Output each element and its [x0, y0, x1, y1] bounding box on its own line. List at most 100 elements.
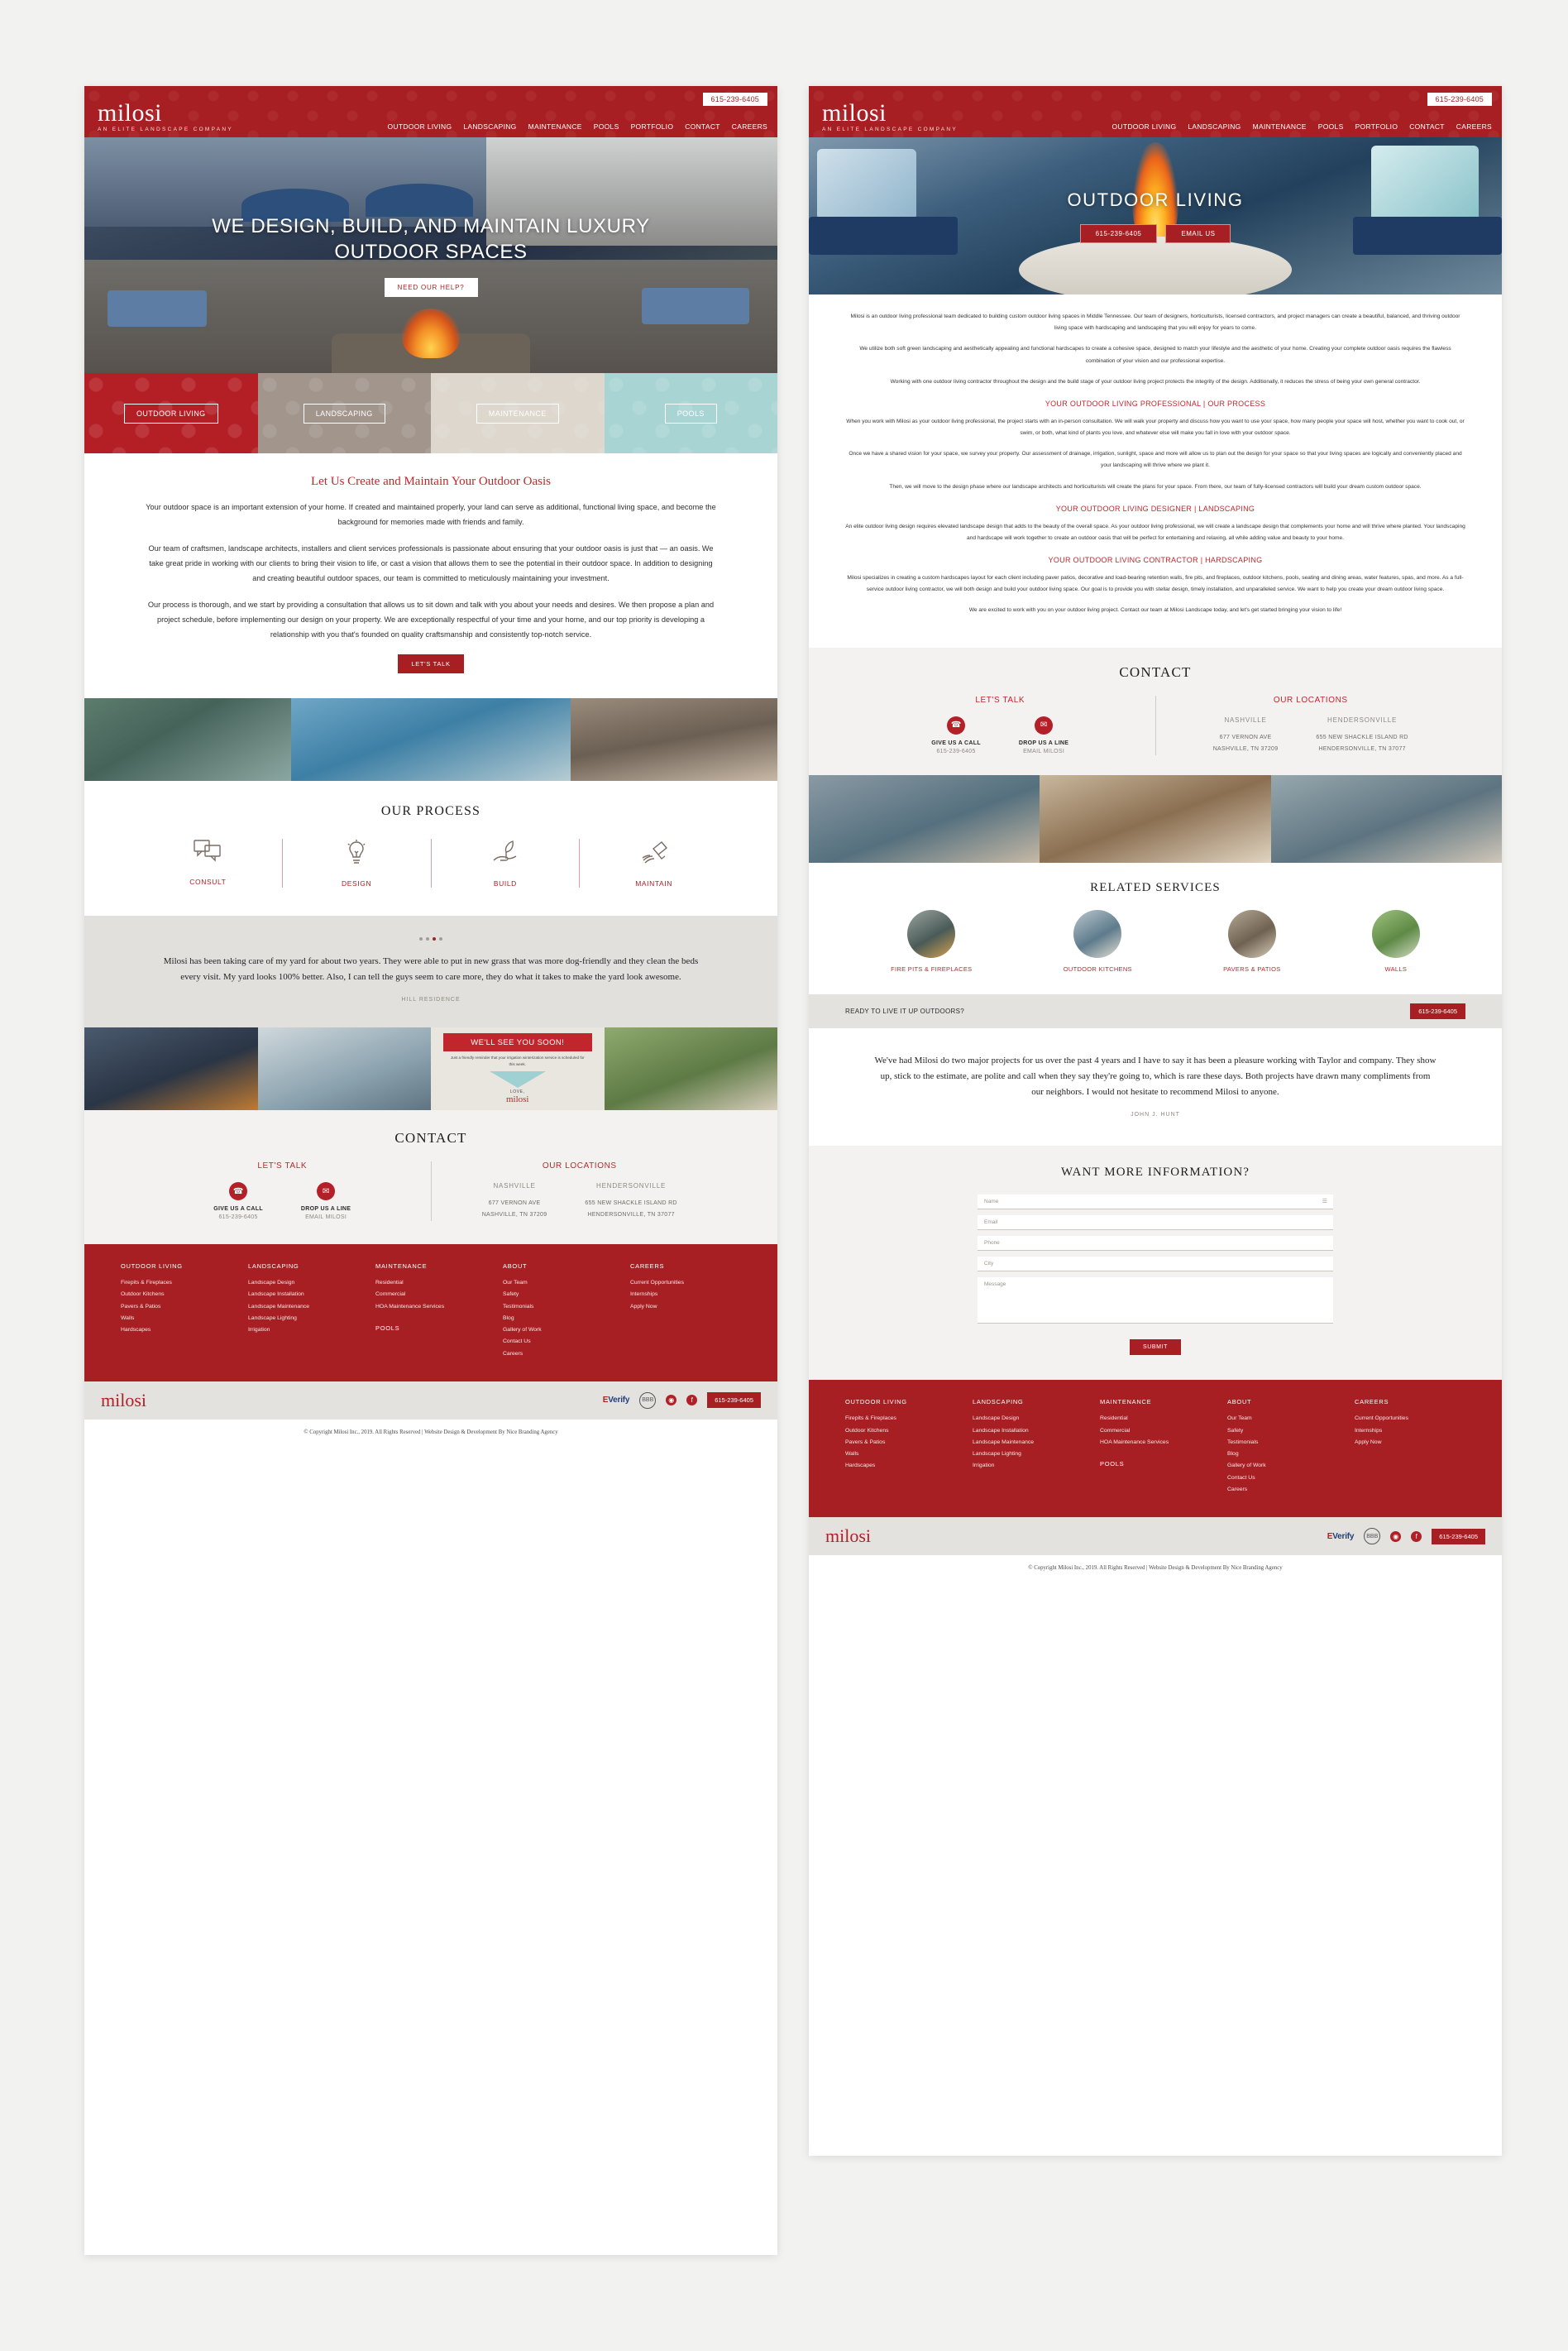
footer-link[interactable]: HOA Maintenance Services: [1100, 1437, 1211, 1448]
tile-maintenance[interactable]: MAINTENANCE: [431, 373, 605, 453]
nav-item-pools[interactable]: POOLS: [1318, 122, 1344, 131]
footer-link[interactable]: Blog: [1227, 1448, 1338, 1460]
footer-link[interactable]: Internships: [1355, 1425, 1465, 1437]
footer-link[interactable]: Residential: [375, 1277, 486, 1289]
nav-item-outdoor-living[interactable]: OUTDOOR LIVING: [387, 122, 452, 131]
footer-link[interactable]: Pavers & Patios: [121, 1301, 232, 1313]
hero-email-button-right[interactable]: EMAIL US: [1165, 223, 1231, 243]
contact-call-item-left[interactable]: ☎ GIVE US A CALL 615-239-6405: [213, 1182, 263, 1220]
tile-landscaping[interactable]: LANDSCAPING: [257, 373, 431, 453]
nav-item-contact[interactable]: CONTACT: [1409, 122, 1445, 131]
nav-item-careers[interactable]: CAREERS: [1456, 122, 1492, 131]
nav-item-portfolio[interactable]: PORTFOLIO: [631, 122, 674, 131]
instagram-icon[interactable]: ◉: [666, 1395, 677, 1406]
footer-link[interactable]: Walls: [121, 1313, 232, 1324]
site-logo-right[interactable]: milosi AN ELITE LANDSCAPE COMPANY: [822, 100, 958, 133]
header-phone-pill-left[interactable]: 615-239-6405: [702, 93, 767, 106]
contact-email-item-left[interactable]: ✉ DROP US A LINE EMAIL MILOSI: [301, 1182, 351, 1220]
process-step-build[interactable]: BUILD: [430, 838, 580, 888]
message-field[interactable]: Message: [978, 1277, 1333, 1324]
nav-item-portfolio[interactable]: PORTFOLIO: [1355, 122, 1398, 131]
footer-link[interactable]: Internships: [630, 1289, 741, 1300]
testimonial-dot-2[interactable]: [426, 936, 429, 941]
footer-link[interactable]: Residential: [1100, 1413, 1211, 1424]
footer-heading-pools[interactable]: POOLS: [1100, 1460, 1211, 1468]
footer-link[interactable]: Hardscapes: [121, 1324, 232, 1336]
nav-item-careers[interactable]: CAREERS: [732, 122, 767, 131]
footer-logo-right[interactable]: milosi: [825, 1525, 871, 1547]
footer-link[interactable]: Hardscapes: [845, 1460, 956, 1472]
footer-link[interactable]: Pavers & Patios: [845, 1437, 956, 1448]
nav-item-pools[interactable]: POOLS: [594, 122, 619, 131]
footer-heading-pools[interactable]: POOLS: [375, 1324, 486, 1332]
footer-link[interactable]: Irrigation: [248, 1324, 359, 1336]
footer-link[interactable]: Outdoor Kitchens: [845, 1425, 956, 1437]
process-step-maintain[interactable]: MAINTAIN: [579, 838, 728, 888]
footer-link[interactable]: Commercial: [1100, 1425, 1211, 1437]
city-field[interactable]: City: [978, 1257, 1333, 1272]
related-item-pavers-patios[interactable]: PAVERS & PATIOS: [1223, 909, 1280, 973]
related-item-walls[interactable]: WALLS: [1371, 909, 1420, 973]
footer-link[interactable]: Landscape Design: [248, 1277, 359, 1289]
footer-link[interactable]: Apply Now: [1355, 1437, 1465, 1448]
testimonial-dot-1[interactable]: [419, 936, 423, 941]
nav-item-maintenance[interactable]: MAINTENANCE: [1253, 122, 1307, 131]
footer-link[interactable]: Commercial: [375, 1289, 486, 1300]
footer-link[interactable]: Current Opportunities: [1355, 1413, 1465, 1424]
footer-link[interactable]: Blog: [503, 1313, 614, 1324]
nav-item-landscaping[interactable]: LANDSCAPING: [1188, 122, 1241, 131]
nav-item-landscaping[interactable]: LANDSCAPING: [463, 122, 516, 131]
footer-link[interactable]: Firepits & Fireplaces: [845, 1413, 956, 1424]
tile-pools[interactable]: POOLS: [604, 373, 777, 453]
email-field[interactable]: Email: [978, 1215, 1333, 1231]
footer-link[interactable]: Safety: [1227, 1425, 1338, 1437]
footer-link[interactable]: Landscape Installation: [973, 1425, 1083, 1437]
footer-link[interactable]: Careers: [1227, 1484, 1338, 1496]
facebook-icon[interactable]: f: [686, 1395, 698, 1406]
lets-talk-button[interactable]: LET'S TALK: [398, 654, 464, 673]
footer-link[interactable]: Gallery of Work: [1227, 1460, 1338, 1472]
process-step-design[interactable]: DESIGN: [281, 838, 431, 888]
related-item-outdoor-kitchens[interactable]: OUTDOOR KITCHENS: [1064, 909, 1132, 973]
related-item-fire-pits[interactable]: FIRE PITS & FIREPLACES: [891, 909, 972, 973]
footer-link[interactable]: Our Team: [1227, 1413, 1338, 1424]
footer-link[interactable]: Testimonials: [1227, 1437, 1338, 1448]
nav-item-contact[interactable]: CONTACT: [685, 122, 720, 131]
footer-link[interactable]: Gallery of Work: [503, 1324, 614, 1336]
footer-link[interactable]: Landscape Maintenance: [973, 1437, 1083, 1448]
contact-email-item-right[interactable]: ✉ DROP US A LINE EMAIL MILOSI: [1019, 716, 1068, 754]
footer-link[interactable]: Contact Us: [503, 1336, 614, 1348]
process-step-consult[interactable]: CONSULT: [134, 839, 282, 888]
nav-item-outdoor-living[interactable]: OUTDOOR LIVING: [1111, 122, 1176, 131]
footer-link[interactable]: Landscape Lighting: [248, 1313, 359, 1324]
name-field[interactable]: Name ☰: [978, 1195, 1333, 1210]
footer-link[interactable]: Irrigation: [973, 1460, 1083, 1472]
footer-link[interactable]: Current Opportunities: [630, 1277, 741, 1289]
testimonial-dot-4[interactable]: [439, 936, 442, 941]
footer-link[interactable]: HOA Maintenance Services: [375, 1301, 486, 1313]
footer-link[interactable]: Careers: [503, 1348, 614, 1360]
footer-link[interactable]: Outdoor Kitchens: [121, 1289, 232, 1300]
footer-logo-left[interactable]: milosi: [101, 1390, 146, 1411]
testimonial-dots[interactable]: [160, 936, 701, 941]
footer-link[interactable]: Landscape Lighting: [973, 1448, 1083, 1460]
testimonial-dot-3[interactable]: [433, 936, 436, 941]
tile-outdoor-living[interactable]: OUTDOOR LIVING: [84, 373, 258, 453]
site-logo-left[interactable]: milosi AN ELITE LANDSCAPE COMPANY: [98, 100, 233, 133]
footer-link[interactable]: Contact Us: [1227, 1472, 1338, 1484]
hero-cta-button[interactable]: NEED OUR HELP?: [384, 278, 478, 298]
footer-link[interactable]: Landscape Installation: [248, 1289, 359, 1300]
footer-link[interactable]: Firepits & Fireplaces: [121, 1277, 232, 1289]
submit-button[interactable]: SUBMIT: [1129, 1339, 1182, 1356]
footer-link[interactable]: Safety: [503, 1289, 614, 1300]
footer-link[interactable]: Testimonials: [503, 1301, 614, 1313]
header-phone-pill-right[interactable]: 615-239-6405: [1427, 93, 1492, 106]
footer-link[interactable]: Landscape Design: [973, 1413, 1083, 1424]
footer-phone-button-right[interactable]: 615-239-6405: [1432, 1528, 1485, 1544]
facebook-icon[interactable]: f: [1411, 1530, 1422, 1542]
nav-item-maintenance[interactable]: MAINTENANCE: [528, 122, 582, 131]
footer-link[interactable]: Landscape Maintenance: [248, 1301, 359, 1313]
footer-link[interactable]: Our Team: [503, 1277, 614, 1289]
contact-call-item-right[interactable]: ☎ GIVE US A CALL 615-239-6405: [931, 716, 981, 754]
footer-link[interactable]: Walls: [845, 1448, 956, 1460]
